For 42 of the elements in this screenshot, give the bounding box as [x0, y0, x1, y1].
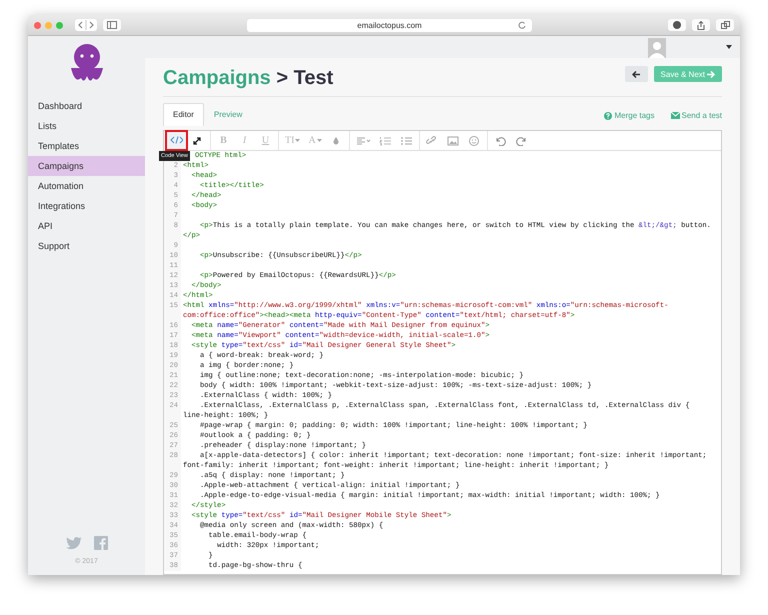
address-bar[interactable]: emailoctopus.com: [247, 18, 532, 32]
undo-icon: [494, 135, 507, 146]
nav-item[interactable]: Dashboard: [28, 96, 145, 116]
tabs-icon[interactable]: [716, 19, 734, 31]
caret-icon: [295, 139, 300, 142]
help-icon: [604, 112, 612, 120]
align-icon: [356, 135, 371, 146]
smiley-icon: [468, 135, 481, 146]
nav-item[interactable]: Support: [28, 236, 145, 256]
download-icon[interactable]: [668, 19, 686, 31]
breadcrumb-separator: >: [276, 67, 288, 89]
caret-icon[interactable]: [726, 45, 732, 49]
nav-item[interactable]: Lists: [28, 116, 145, 136]
share-icon[interactable]: [692, 19, 710, 31]
image-icon: [446, 135, 460, 146]
nav-item[interactable]: Integrations: [28, 196, 145, 216]
nav-item[interactable]: Automation: [28, 176, 145, 196]
bird-icon[interactable]: [66, 536, 82, 550]
redo-icon: [514, 135, 528, 146]
sidebar-icon[interactable]: [103, 19, 121, 31]
arrow-left-icon: [632, 70, 640, 78]
back-button[interactable]: [624, 66, 648, 82]
zoom-icon[interactable]: [56, 22, 63, 28]
nav-item[interactable]: Campaigns: [28, 156, 145, 176]
caret-icon: [316, 139, 322, 142]
nav-item[interactable]: Templates: [28, 136, 145, 156]
reload-icon[interactable]: [518, 20, 526, 28]
bullet-list-icon: [400, 135, 413, 146]
link-icon: [426, 135, 439, 146]
envelope-icon: [670, 112, 680, 119]
page-title: Test: [294, 67, 334, 89]
editor-tab[interactable]: Editor: [163, 103, 204, 126]
facebook-icon[interactable]: [94, 536, 108, 550]
close-icon[interactable]: [34, 22, 41, 28]
arrow-right-icon: [707, 70, 715, 78]
minimize-icon[interactable]: [45, 22, 52, 28]
url-text: emailoctopus.com: [357, 20, 422, 30]
code-icon: [170, 135, 183, 146]
avatar-icon[interactable]: [648, 38, 666, 58]
numbered-list-icon: [378, 135, 392, 146]
nav-item[interactable]: API: [28, 216, 145, 236]
back-forward-button[interactable]: [75, 19, 97, 31]
